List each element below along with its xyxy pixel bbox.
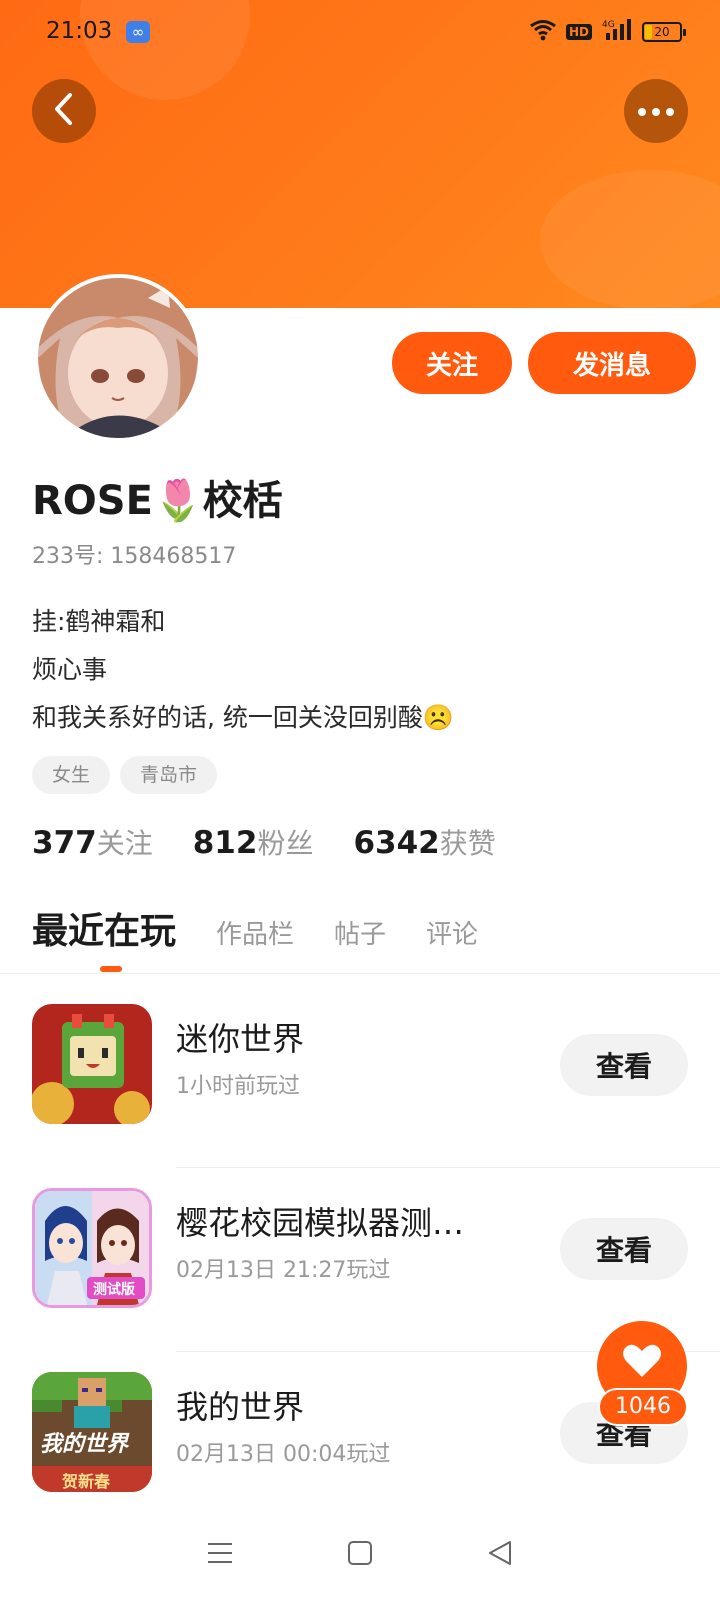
bio-line: 挂:鹤神霜和 bbox=[32, 607, 166, 636]
list-item[interactable]: 迷你世界 1小时前玩过 查看 bbox=[0, 984, 720, 1168]
battery-level: 20 bbox=[654, 25, 670, 39]
bio-line: 烦心事 bbox=[32, 655, 108, 684]
avatar[interactable] bbox=[34, 274, 202, 442]
game-played-time: 02月13日 00:04玩过 bbox=[176, 1442, 391, 1467]
tab-works[interactable]: 作品栏 bbox=[216, 914, 294, 951]
chevron-left-icon bbox=[52, 92, 76, 130]
uid-label: 233号: bbox=[32, 544, 104, 569]
signal-icon: 4G bbox=[602, 18, 632, 46]
back-triangle-icon[interactable] bbox=[486, 1540, 514, 1570]
game-played-time: 1小时前玩过 bbox=[176, 1074, 300, 1099]
profile-tabs: 最近在玩 作品栏 帖子 评论 bbox=[32, 902, 478, 954]
likes-label: 获赞 bbox=[439, 827, 496, 860]
stat-likes: 6342获赞 bbox=[353, 822, 495, 862]
wifi-icon bbox=[530, 19, 556, 45]
game-icon-sakura-school: 测试版 bbox=[32, 1188, 152, 1308]
tab-posts[interactable]: 帖子 bbox=[334, 914, 386, 951]
view-button[interactable]: 查看 bbox=[560, 1034, 688, 1096]
stat-fans[interactable]: 812粉丝 bbox=[193, 822, 314, 862]
profile-name: ROSE🌷校栝 bbox=[32, 478, 283, 524]
hd-icon: HD bbox=[565, 24, 592, 40]
stat-following[interactable]: 377关注 bbox=[32, 822, 153, 862]
following-count: 377 bbox=[32, 825, 97, 861]
status-icons: HD 4G 20 bbox=[530, 18, 686, 46]
game-title: 樱花校园模拟器测… bbox=[176, 1204, 465, 1242]
game-title: 迷你世界 bbox=[176, 1020, 305, 1058]
tab-recently-played[interactable]: 最近在玩 bbox=[32, 902, 176, 954]
game-played-time: 02月13日 21:27玩过 bbox=[176, 1258, 391, 1283]
like-count-badge: 1046 bbox=[598, 1388, 688, 1426]
bio-line: 和我关系好的话, 统一回关没回别酸☹️ bbox=[32, 703, 455, 732]
send-message-button[interactable]: 发消息 bbox=[528, 332, 696, 394]
more-button[interactable] bbox=[624, 79, 688, 143]
profile-uid: 233号: 158468517 bbox=[32, 538, 236, 570]
profile-tags: 女生 青岛市 bbox=[32, 756, 218, 794]
tab-indicator bbox=[100, 966, 122, 972]
profile-banner: 21:03 ∞ HD 4G 20 bbox=[0, 0, 720, 308]
svg-text:4G: 4G bbox=[602, 20, 615, 30]
tab-comments[interactable]: 评论 bbox=[426, 914, 478, 951]
profile-bio: 挂:鹤神霜和 烦心事 和我关系好的话, 统一回关没回别酸☹️ bbox=[32, 598, 454, 742]
tag-gender: 女生 bbox=[32, 756, 111, 794]
game-title: 我的世界 bbox=[176, 1388, 305, 1426]
battery-icon: 20 bbox=[642, 22, 686, 42]
test-version-badge: 测试版 bbox=[93, 1282, 135, 1298]
home-icon[interactable] bbox=[347, 1540, 373, 1570]
fans-count: 812 bbox=[192, 825, 258, 861]
avatar-image bbox=[38, 278, 198, 438]
more-dots-icon bbox=[637, 102, 675, 121]
banner-decoration bbox=[540, 170, 720, 308]
app-indicator-icon: ∞ bbox=[126, 21, 150, 43]
tag-city: 青岛市 bbox=[120, 756, 218, 794]
profile-stats: 377关注 812粉丝 6342获赞 bbox=[32, 822, 496, 862]
view-button[interactable]: 查看 bbox=[560, 1218, 688, 1280]
following-label: 关注 bbox=[96, 827, 153, 860]
status-bar: 21:03 ∞ HD 4G 20 bbox=[0, 0, 720, 66]
game-icon-subtitle: 贺新春 bbox=[62, 1472, 111, 1491]
game-icon-mini-world bbox=[32, 1004, 152, 1124]
game-icon-minecraft: 我的世界 贺新春 bbox=[32, 1372, 152, 1492]
menu-icon[interactable] bbox=[206, 1540, 234, 1570]
likes-count: 6342 bbox=[353, 825, 440, 861]
divider bbox=[0, 973, 720, 974]
back-button[interactable] bbox=[32, 79, 96, 143]
uid-value: 158468517 bbox=[110, 544, 237, 569]
heart-icon bbox=[622, 1343, 662, 1383]
system-nav-bar bbox=[0, 1510, 720, 1600]
status-time: 21:03 bbox=[46, 18, 113, 44]
fans-label: 粉丝 bbox=[257, 827, 314, 860]
game-icon-title: 我的世界 bbox=[40, 1432, 129, 1457]
list-item[interactable]: 测试版 樱花校园模拟器测… 02月13日 21:27玩过 查看 bbox=[0, 1168, 720, 1352]
follow-button[interactable]: 关注 bbox=[392, 332, 512, 394]
